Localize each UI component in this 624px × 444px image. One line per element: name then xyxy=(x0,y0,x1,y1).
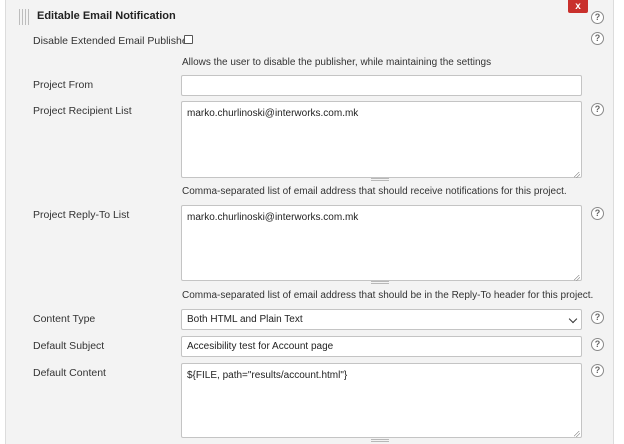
disable-publisher-checkbox[interactable] xyxy=(184,35,193,44)
help-icon[interactable]: ? xyxy=(591,32,604,45)
help-icon[interactable]: ? xyxy=(591,364,604,377)
reply-to-list-wrapper: marko.churlinoski@interworks.com.mk xyxy=(181,205,582,283)
section-title: Editable Email Notification xyxy=(37,10,176,22)
disable-publisher-description: Allows the user to disable the publisher… xyxy=(182,57,492,68)
resize-grip-icon[interactable] xyxy=(371,178,389,181)
resize-grip-icon[interactable] xyxy=(371,281,389,284)
recipient-list-description: Comma-separated list of email address th… xyxy=(182,186,567,197)
content-type-label: Content Type xyxy=(33,313,96,325)
chevron-down-icon xyxy=(568,314,578,324)
recipient-list-label: Project Recipient List xyxy=(33,105,132,117)
resize-handle-icon[interactable] xyxy=(574,431,580,437)
resize-grip-icon[interactable] xyxy=(371,439,389,442)
help-icon[interactable]: ? xyxy=(591,338,604,351)
resize-handle-icon[interactable] xyxy=(574,172,580,178)
help-icon[interactable]: ? xyxy=(591,103,604,116)
recipient-list-textarea[interactable]: marko.churlinoski@interworks.com.mk xyxy=(181,101,582,178)
drag-handle-icon[interactable] xyxy=(19,9,30,25)
disable-publisher-label: Disable Extended Email Publisher xyxy=(33,35,192,47)
help-icon[interactable]: ? xyxy=(591,11,604,24)
help-icon[interactable]: ? xyxy=(591,207,604,220)
reply-to-list-label: Project Reply-To List xyxy=(33,209,130,221)
project-from-label: Project From xyxy=(33,79,94,91)
reply-to-list-description: Comma-separated list of email address th… xyxy=(182,290,594,301)
default-content-wrapper: ${FILE, path="results/account.html"} xyxy=(181,363,582,439)
resize-handle-icon[interactable] xyxy=(574,275,580,281)
default-content-textarea[interactable]: ${FILE, path="results/account.html"} xyxy=(181,363,582,438)
content-type-select[interactable]: Both HTML and Plain Text xyxy=(181,309,582,330)
default-subject-input[interactable] xyxy=(181,336,582,357)
reply-to-list-textarea[interactable]: marko.churlinoski@interworks.com.mk xyxy=(181,205,582,281)
project-from-input[interactable] xyxy=(181,75,582,96)
recipient-list-wrapper: marko.churlinoski@interworks.com.mk xyxy=(181,101,582,180)
close-button[interactable]: x xyxy=(568,0,588,13)
content-type-selected-value: Both HTML and Plain Text xyxy=(187,314,303,325)
default-subject-label: Default Subject xyxy=(33,340,105,352)
help-icon[interactable]: ? xyxy=(591,311,604,324)
default-content-label: Default Content xyxy=(33,367,106,379)
close-icon: x xyxy=(575,1,581,12)
